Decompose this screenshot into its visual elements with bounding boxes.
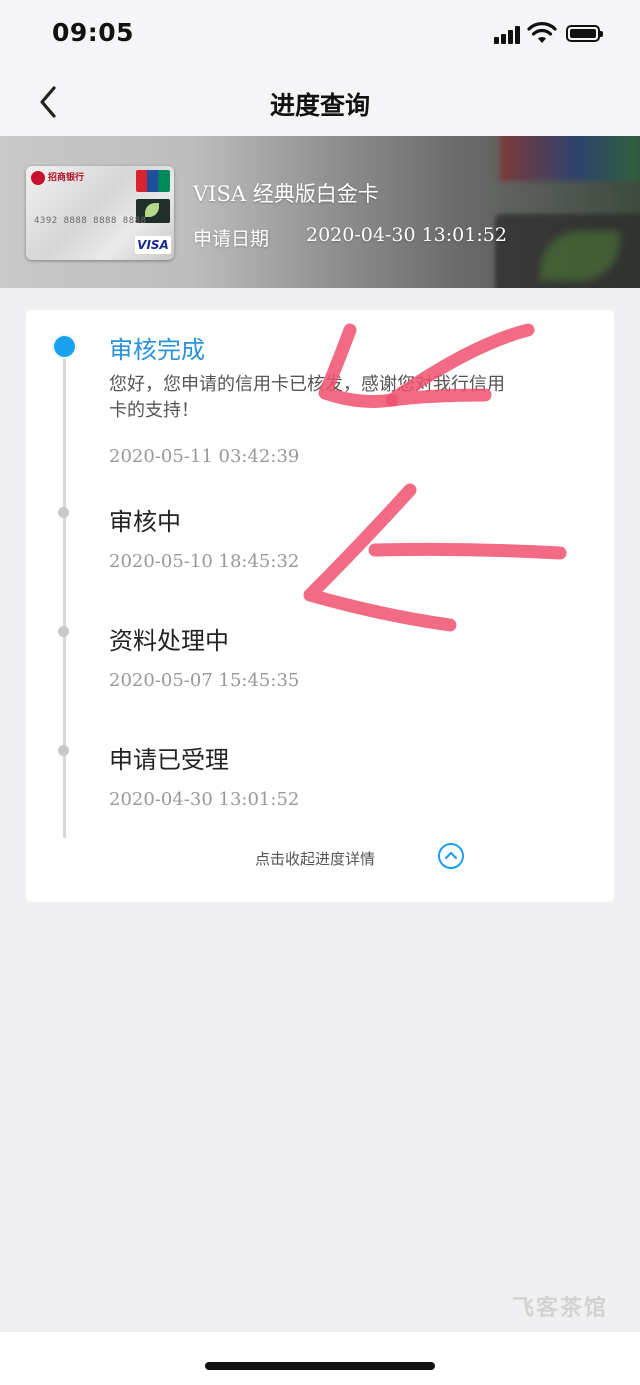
visa-logo: VISA bbox=[135, 236, 171, 254]
battery-icon bbox=[566, 25, 603, 42]
banner-background-graphic bbox=[500, 136, 640, 181]
bank-name: 招商银行 bbox=[48, 173, 85, 183]
nav-bar: 进度查询 bbox=[0, 68, 640, 136]
step-title: 审核中 bbox=[109, 508, 181, 536]
chevron-up-icon bbox=[444, 851, 458, 860]
step-time: 2020-05-11 03:42:39 bbox=[109, 446, 300, 467]
step-title: 资料处理中 bbox=[109, 627, 229, 655]
unionpay-logo-icon bbox=[136, 170, 170, 192]
bottom-safe-area bbox=[0, 1332, 640, 1385]
timeline-dot-active bbox=[52, 334, 77, 359]
home-indicator bbox=[205, 1362, 435, 1370]
timeline-dot bbox=[58, 507, 69, 518]
card-number: 4392 8888 8888 8888 bbox=[34, 216, 147, 226]
status-time: 09:05 bbox=[52, 18, 135, 47]
timeline-dot bbox=[58, 745, 69, 756]
step-time: 2020-04-30 13:01:52 bbox=[109, 789, 300, 810]
progress-panel: 审核完成 您好，您申请的信用卡已核发，感谢您对我行信用卡的支持！ 2020-05… bbox=[26, 310, 614, 902]
step-title: 审核完成 bbox=[109, 336, 205, 364]
step-time: 2020-05-07 15:45:35 bbox=[109, 670, 300, 691]
watermark: 飞客茶馆 bbox=[512, 1296, 609, 1321]
cellular-signal-icon bbox=[494, 26, 522, 44]
status-bar: 09:05 bbox=[0, 0, 640, 68]
apply-date-label: 申请日期 bbox=[193, 228, 270, 250]
step-time: 2020-05-10 18:45:32 bbox=[109, 551, 300, 572]
timeline-line bbox=[63, 346, 66, 838]
collapse-button[interactable] bbox=[438, 843, 464, 869]
wifi-icon bbox=[527, 22, 557, 43]
page-title: 进度查询 bbox=[269, 91, 370, 120]
bank-logo-icon bbox=[31, 171, 45, 185]
card-banner: 招商银行 4392 8888 8888 8888 VISA VISA 经典版白金… bbox=[0, 136, 640, 288]
collapse-details-link[interactable]: 点击收起进度详情 bbox=[26, 848, 614, 869]
credit-card-image: 招商银行 4392 8888 8888 8888 VISA bbox=[26, 166, 174, 260]
step-title: 申请已受理 bbox=[109, 746, 229, 774]
timeline-dot bbox=[58, 626, 69, 637]
card-product-name: VISA 经典版白金卡 bbox=[193, 182, 379, 206]
apply-date-value: 2020-04-30 13:01:52 bbox=[306, 224, 507, 246]
step-description: 您好，您申请的信用卡已核发，感谢您对我行信用卡的支持！ bbox=[109, 374, 505, 421]
